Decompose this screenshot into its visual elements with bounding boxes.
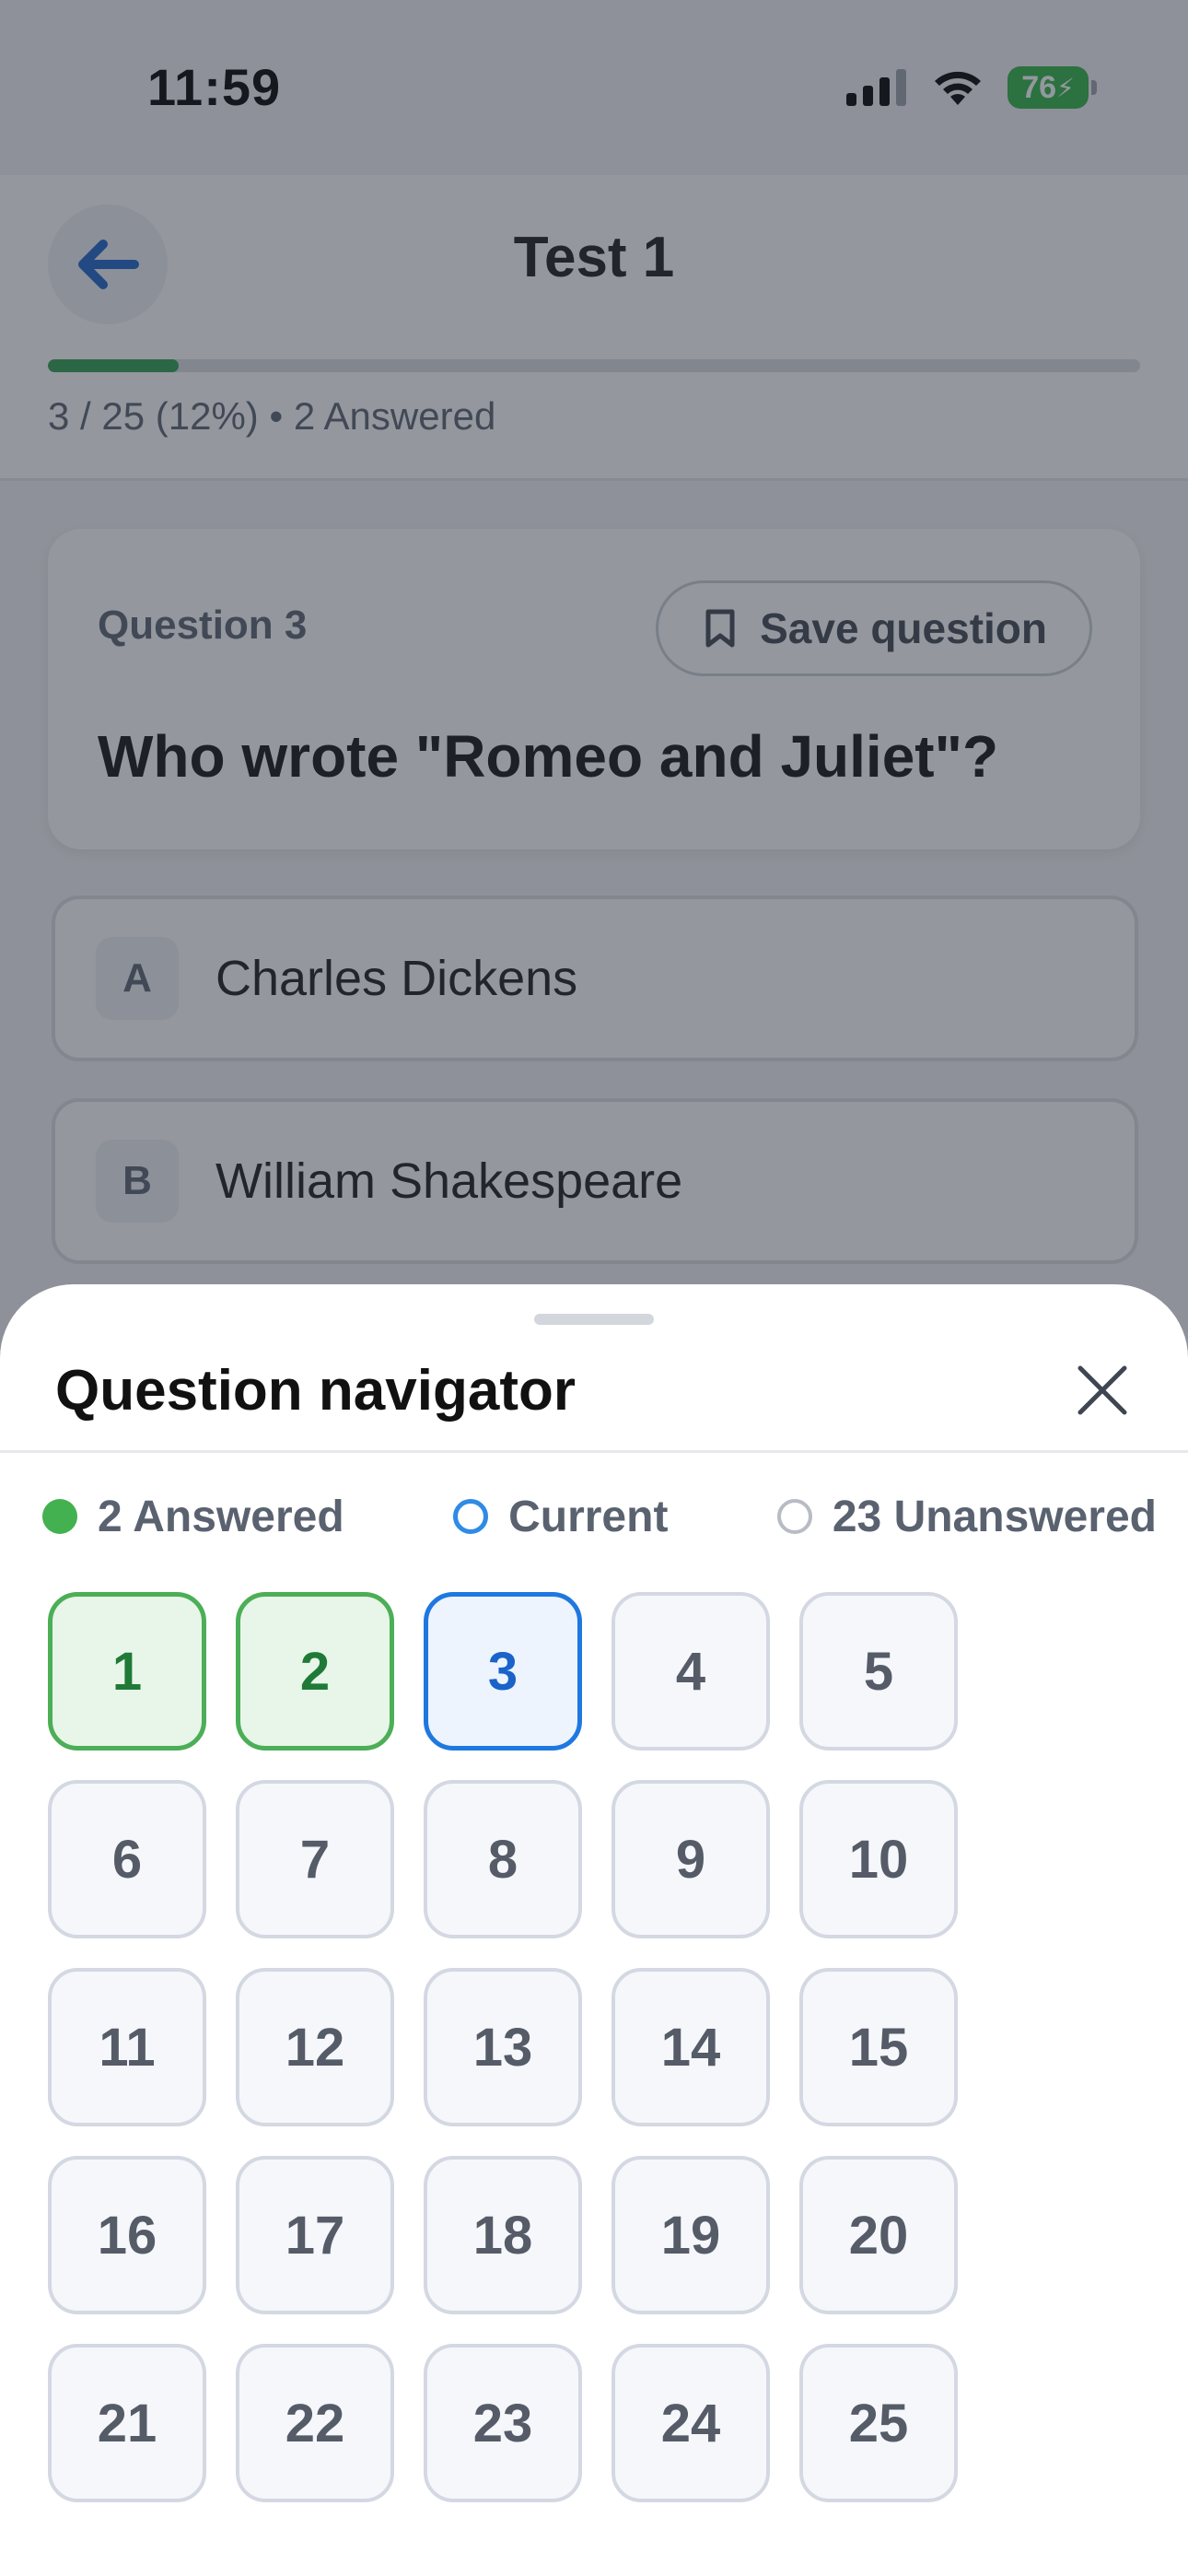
question-button-4[interactable]: 4 bbox=[611, 1592, 770, 1751]
drag-handle[interactable] bbox=[534, 1314, 654, 1325]
legend-current-label: Current bbox=[508, 1492, 669, 1541]
question-button-12[interactable]: 12 bbox=[236, 1968, 394, 2126]
question-button-20[interactable]: 20 bbox=[799, 2156, 958, 2314]
question-button-6[interactable]: 6 bbox=[48, 1780, 206, 1938]
legend: 2 Answered Current 23 Unanswered bbox=[42, 1489, 1157, 1544]
question-grid: 1 2 3 4 5 6 7 8 9 10 11 12 13 14 15 16 17 18 19 20 21 22 23 24 2… bbox=[48, 1592, 958, 2502]
sheet-title: Question navigator bbox=[55, 1359, 576, 1423]
question-button-13[interactable]: 13 bbox=[424, 1968, 582, 2126]
question-button-3[interactable]: 3 bbox=[424, 1592, 582, 1751]
close-button[interactable] bbox=[1061, 1349, 1144, 1432]
legend-unanswered: 23 Unanswered bbox=[776, 1492, 1157, 1542]
question-button-5[interactable]: 5 bbox=[799, 1592, 958, 1751]
legend-answered: 2 Answered bbox=[42, 1492, 344, 1542]
question-button-19[interactable]: 19 bbox=[611, 2156, 770, 2314]
question-button-25[interactable]: 25 bbox=[799, 2344, 958, 2502]
legend-unanswered-label: 23 Unanswered bbox=[832, 1492, 1157, 1541]
close-icon bbox=[1077, 1365, 1127, 1415]
question-navigator-sheet: Question navigator 2 Answered Current 23… bbox=[0, 1284, 1188, 2576]
current-dot-icon bbox=[453, 1499, 489, 1534]
question-button-10[interactable]: 10 bbox=[799, 1780, 958, 1938]
unanswered-dot-icon bbox=[776, 1499, 812, 1534]
question-button-11[interactable]: 11 bbox=[48, 1968, 206, 2126]
answered-dot-icon bbox=[42, 1499, 77, 1534]
question-button-2[interactable]: 2 bbox=[236, 1592, 394, 1751]
question-button-21[interactable]: 21 bbox=[48, 2344, 206, 2502]
question-button-7[interactable]: 7 bbox=[236, 1780, 394, 1938]
question-button-15[interactable]: 15 bbox=[799, 1968, 958, 2126]
question-button-1[interactable]: 1 bbox=[48, 1592, 206, 1751]
question-button-22[interactable]: 22 bbox=[236, 2344, 394, 2502]
question-button-14[interactable]: 14 bbox=[611, 1968, 770, 2126]
question-button-18[interactable]: 18 bbox=[424, 2156, 582, 2314]
question-button-23[interactable]: 23 bbox=[424, 2344, 582, 2502]
question-button-24[interactable]: 24 bbox=[611, 2344, 770, 2502]
question-button-17[interactable]: 17 bbox=[236, 2156, 394, 2314]
question-button-9[interactable]: 9 bbox=[611, 1780, 770, 1938]
legend-current: Current bbox=[453, 1492, 668, 1542]
question-button-16[interactable]: 16 bbox=[48, 2156, 206, 2314]
legend-answered-label: 2 Answered bbox=[98, 1492, 344, 1541]
divider bbox=[0, 1450, 1188, 1453]
question-button-8[interactable]: 8 bbox=[424, 1780, 582, 1938]
